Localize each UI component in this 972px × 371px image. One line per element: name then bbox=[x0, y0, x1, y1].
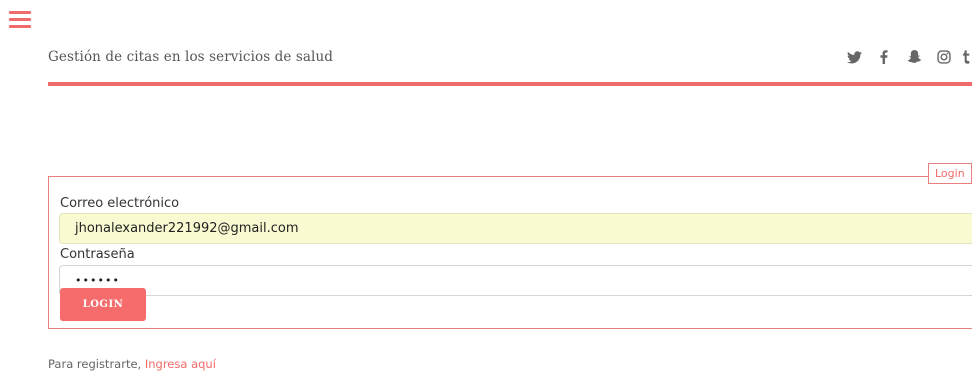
login-legend: Login bbox=[928, 163, 972, 184]
register-prefix: Para registrarte, bbox=[48, 357, 142, 371]
email-field[interactable]: jhonalexander221992@gmail.com bbox=[59, 213, 972, 244]
menu-icon[interactable] bbox=[9, 11, 31, 29]
password-label: Contraseña bbox=[60, 247, 135, 262]
login-fieldset bbox=[48, 176, 972, 329]
snapchat-icon[interactable] bbox=[902, 47, 926, 67]
header-divider bbox=[48, 82, 972, 86]
social-links bbox=[842, 47, 970, 67]
facebook-icon[interactable] bbox=[872, 47, 896, 67]
tumblr-icon[interactable] bbox=[962, 47, 970, 67]
register-link[interactable]: Ingresa aquí bbox=[145, 357, 216, 371]
password-field[interactable]: •••••• bbox=[59, 265, 972, 296]
register-prompt: Para registrarte, Ingresa aquí bbox=[48, 357, 216, 371]
login-button[interactable]: LOGIN bbox=[60, 288, 146, 321]
instagram-icon[interactable] bbox=[932, 47, 956, 67]
site-title: Gestión de citas en los servicios de sal… bbox=[48, 49, 333, 65]
email-label: Correo electrónico bbox=[60, 196, 180, 211]
twitter-icon[interactable] bbox=[842, 47, 866, 67]
